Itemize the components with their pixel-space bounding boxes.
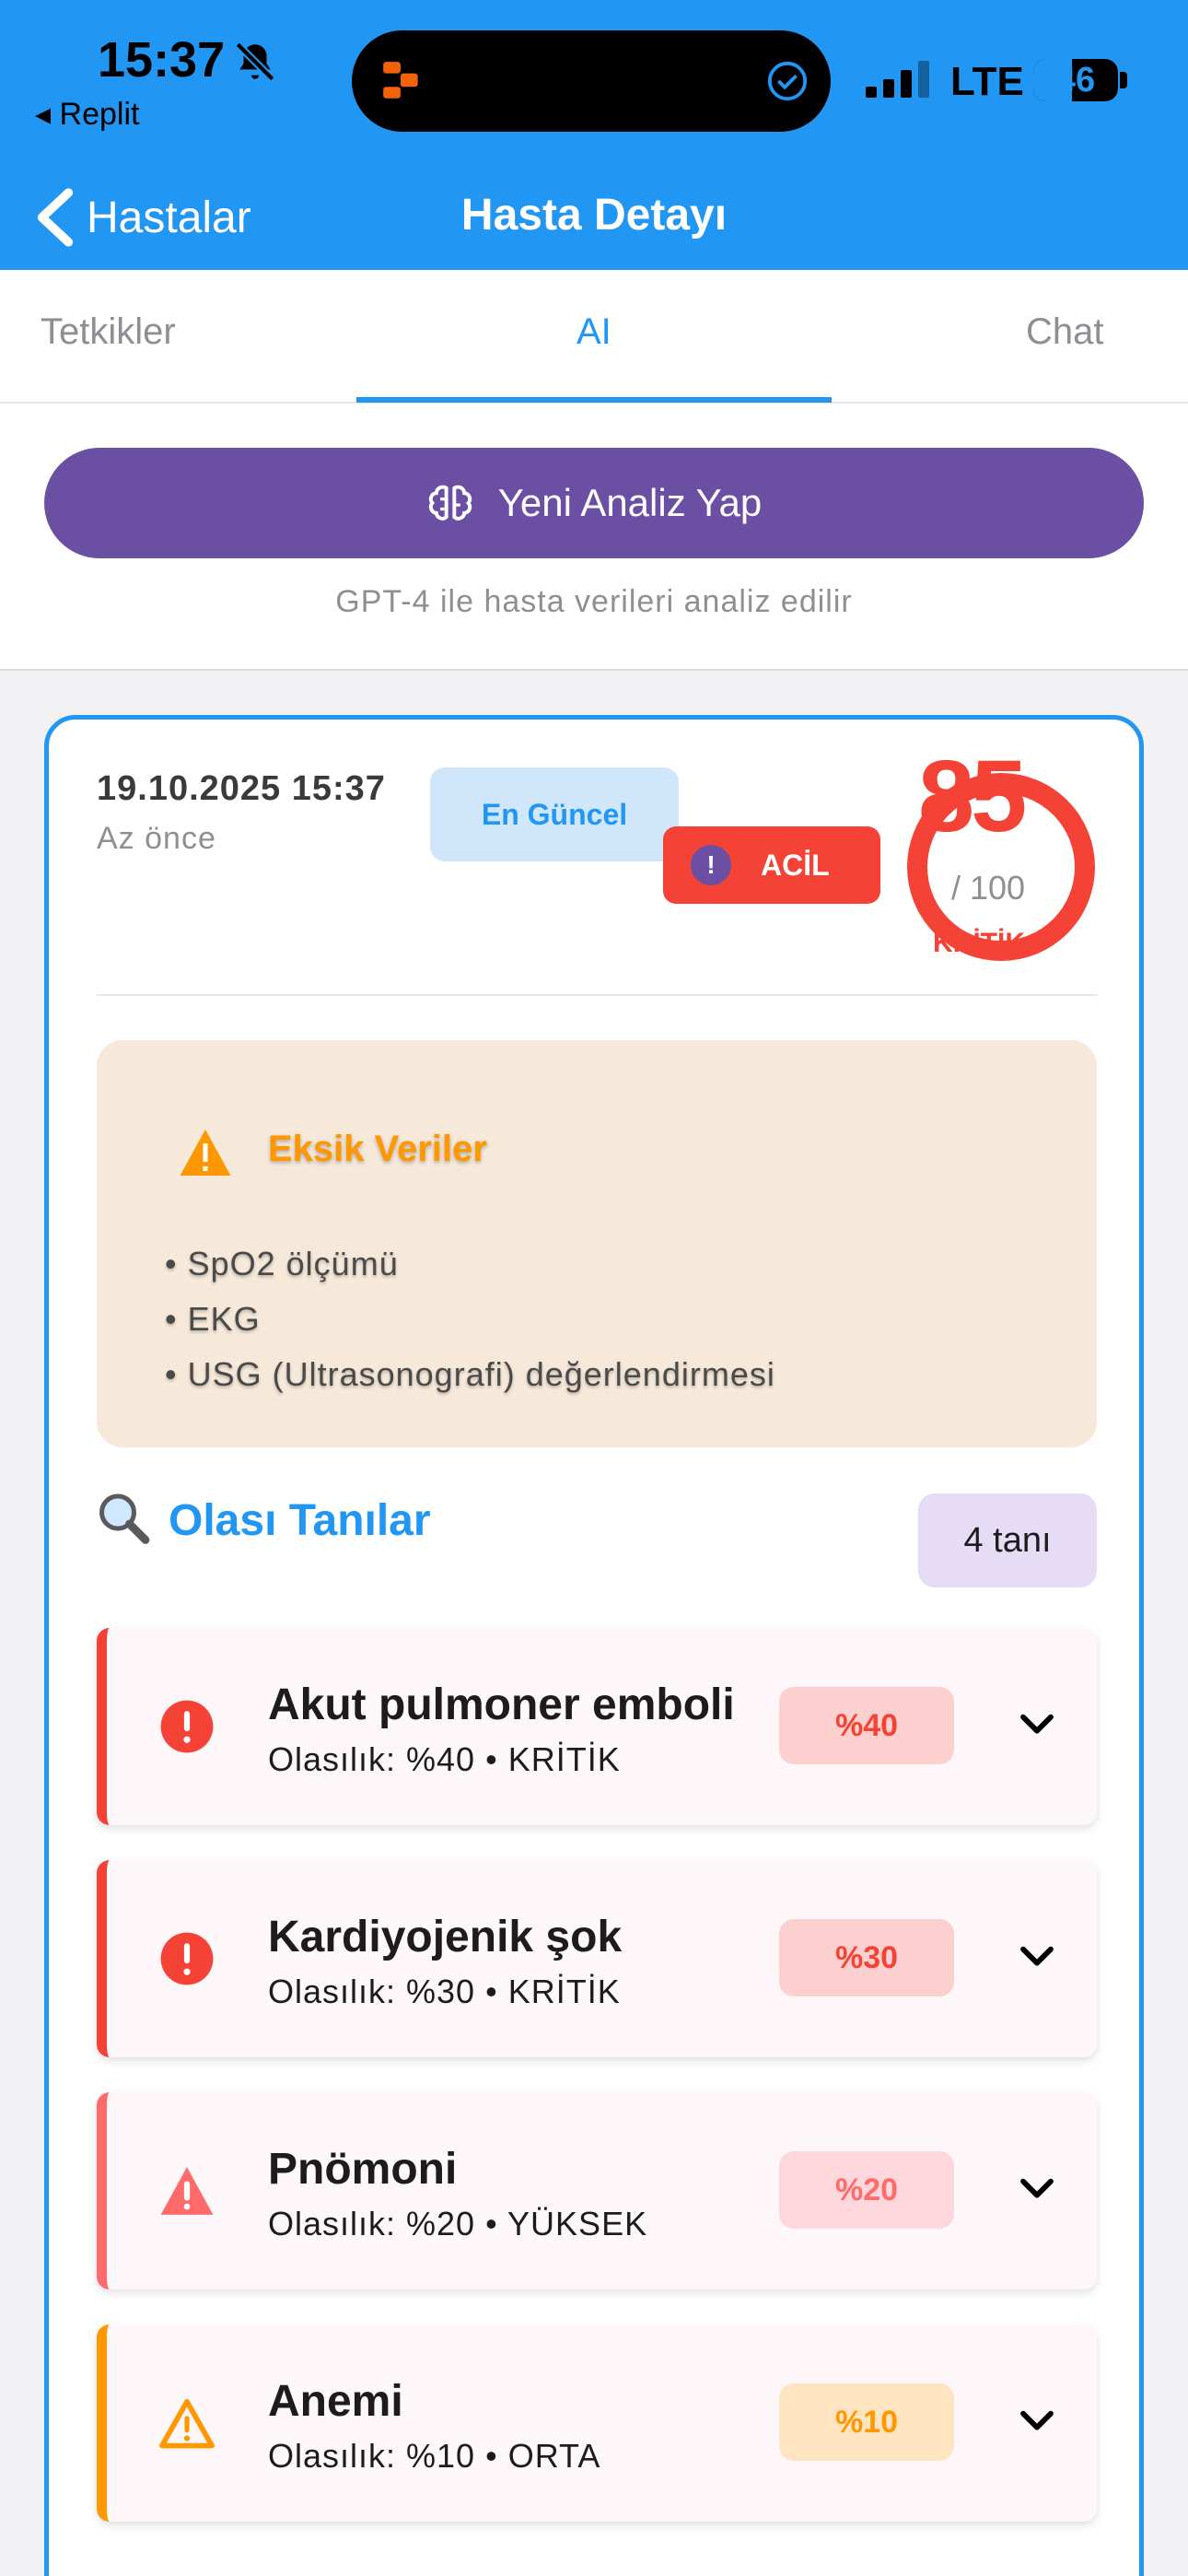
diagnoses-title: Olası Tanılar xyxy=(169,1496,431,1545)
status-time: 15:37 xyxy=(98,32,226,88)
chevron-down-icon[interactable] xyxy=(1019,1711,1055,1739)
battery-cap xyxy=(1120,72,1127,88)
tab-ai[interactable]: AI xyxy=(577,311,611,353)
tab-tetkikler[interactable]: Tetkikler xyxy=(41,311,176,353)
dynamic-island xyxy=(352,30,831,132)
replit-logo-icon xyxy=(383,62,418,99)
risk-score-max: / 100 xyxy=(951,869,1026,907)
warning-outline-icon xyxy=(159,2398,215,2449)
warning-triangle-icon xyxy=(160,2167,214,2215)
diagnoses-count: 4 tanı xyxy=(918,1493,1097,1587)
analysis-relative-time: Az önce xyxy=(97,821,216,856)
missing-data-item: • USG (Ultrasonografi) değerlendirmesi xyxy=(165,1355,775,1393)
new-analysis-button[interactable]: Yeni Analiz Yap xyxy=(44,448,1144,558)
diagnosis-name: Pnömoni xyxy=(268,2145,458,2194)
warning-triangle-icon xyxy=(180,1130,231,1176)
diagnosis-item[interactable]: Kardiyojenik şok Olasılık: %30 • KRİTİK … xyxy=(97,1860,1097,2057)
battery-level: 46 xyxy=(1055,61,1096,100)
missing-data-item: • SpO2 ölçümü xyxy=(165,1245,399,1282)
diagnosis-percent-badge: %40 xyxy=(779,1687,954,1764)
diagnosis-item[interactable]: Anemi Olasılık: %10 • ORTA %10 xyxy=(97,2324,1097,2522)
page-title: Hasta Detayı xyxy=(460,191,728,240)
diagnosis-item[interactable]: Akut pulmoner emboli Olasılık: %40 • KRİ… xyxy=(97,1628,1097,1825)
chevron-down-icon[interactable] xyxy=(1019,1943,1055,1971)
new-analysis-label: Yeni Analiz Yap xyxy=(497,481,763,524)
diagnosis-subtitle: Olasılık: %30 • KRİTİK xyxy=(268,1973,621,2010)
tab-chat[interactable]: Chat xyxy=(1026,311,1104,353)
bell-muted-icon xyxy=(235,41,275,82)
check-circle-icon xyxy=(767,61,808,101)
missing-data-title: Eksik Veriler xyxy=(268,1129,487,1169)
diagnosis-name: Anemi xyxy=(268,2377,403,2426)
diagnosis-item[interactable]: Pnömoni Olasılık: %20 • YÜKSEK %20 xyxy=(97,2092,1097,2289)
error-circle-icon xyxy=(160,1700,214,1753)
analysis-note: GPT-4 ile hasta verileri analiz edilir xyxy=(335,584,853,619)
diagnosis-subtitle: Olasılık: %40 • KRİTİK xyxy=(268,1740,621,1778)
diagnosis-percent-badge: %20 xyxy=(779,2151,954,2229)
divider xyxy=(97,994,1097,996)
analyze-section: Yeni Analiz Yap GPT-4 ile hasta verileri… xyxy=(0,404,1188,671)
signal-icon xyxy=(866,61,929,98)
chevron-down-icon[interactable] xyxy=(1019,2175,1055,2203)
diagnosis-name: Kardiyojenik şok xyxy=(268,1913,623,1961)
network-type: LTE xyxy=(950,59,1024,104)
active-tab-indicator xyxy=(356,397,832,403)
tab-bar: Tetkikler AI Chat xyxy=(0,270,1188,404)
alert-icon: ! xyxy=(691,845,731,885)
chevron-down-icon[interactable] xyxy=(1019,2407,1055,2435)
diagnosis-percent-badge: %30 xyxy=(779,1919,954,1996)
analysis-date: 19.10.2025 15:37 xyxy=(97,769,386,808)
analysis-card: 19.10.2025 15:37 Az önce En Güncel 85 KR… xyxy=(44,715,1144,2576)
missing-data-list: • SpO2 ölçümü • EKG • USG (Ultrasonograf… xyxy=(165,1245,775,1411)
urgency-badge: ! ACİL xyxy=(663,826,880,904)
brain-icon xyxy=(428,485,472,521)
error-circle-icon xyxy=(160,1932,214,1985)
header: 15:37 ◂ Replit LTE 46 Hastalar Hasta Det… xyxy=(0,0,1188,270)
magnifier-icon xyxy=(99,1493,150,1544)
urgency-label: ACİL xyxy=(761,848,830,882)
diagnosis-subtitle: Olasılık: %10 • ORTA xyxy=(268,2437,601,2475)
latest-badge: En Güncel xyxy=(430,767,679,861)
missing-data-item: • EKG xyxy=(165,1300,261,1338)
diagnosis-percent-badge: %10 xyxy=(779,2383,954,2461)
score-ring xyxy=(907,773,1095,961)
diagnosis-subtitle: Olasılık: %20 • YÜKSEK xyxy=(268,2205,648,2242)
back-to-app-link[interactable]: ◂ Replit xyxy=(35,96,139,133)
diagnosis-name: Akut pulmoner emboli xyxy=(268,1680,735,1729)
missing-data-panel: Eksik Veriler • SpO2 ölçümü • EKG • USG … xyxy=(97,1040,1097,1447)
battery-icon: 46 xyxy=(1033,59,1118,101)
